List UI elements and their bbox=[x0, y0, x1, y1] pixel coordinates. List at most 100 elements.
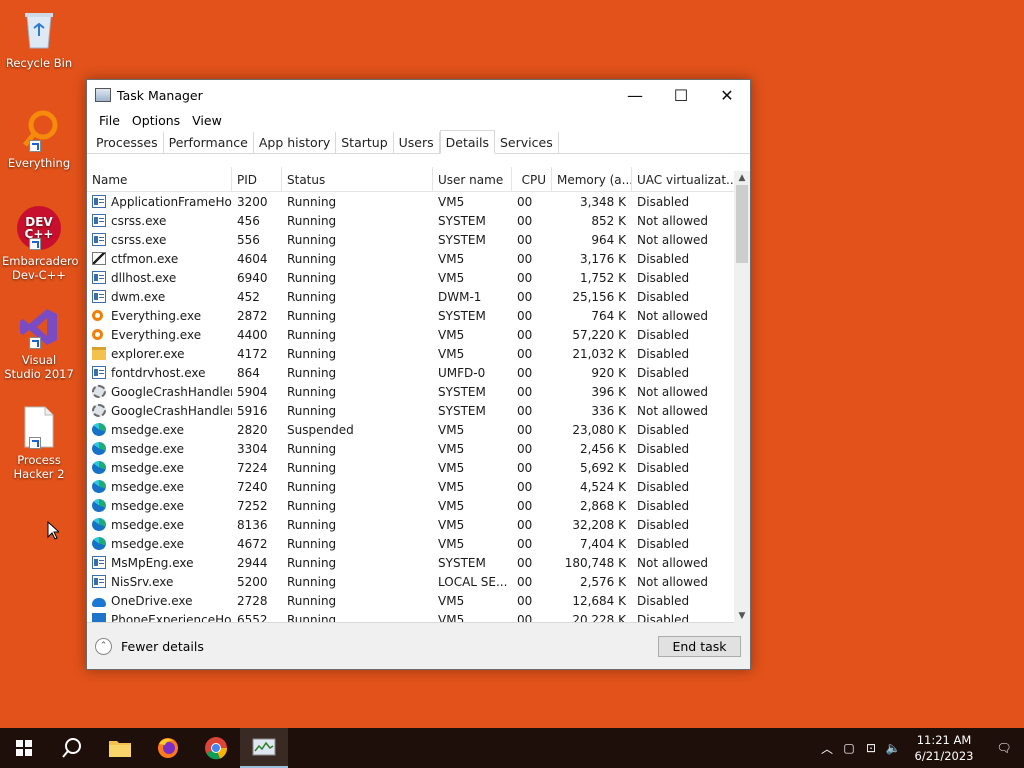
cell-cpu: 00 bbox=[517, 441, 533, 456]
desktop-icon-visual-studio[interactable]: Visual Studio 2017 bbox=[2, 305, 76, 381]
firefox-icon bbox=[158, 738, 178, 758]
table-row[interactable]: GoogleCrashHandler... 5916 Running SYSTEM 00… bbox=[87, 401, 734, 420]
table-row[interactable]: ApplicationFrameHo... 3200 Running VM5 00 3,3… bbox=[87, 192, 734, 211]
table-row[interactable]: msedge.exe 7252 Running VM5 00 2,868 K Disable… bbox=[87, 496, 734, 515]
cell-user: VM5 bbox=[438, 327, 465, 342]
cell-status: Running bbox=[287, 536, 337, 551]
tab-details[interactable]: Details bbox=[439, 130, 495, 154]
desktop-icon-label: Recycle Bin bbox=[5, 56, 73, 70]
cell-name: NisSrv.exe bbox=[87, 575, 232, 589]
tab-users[interactable]: Users bbox=[394, 132, 440, 153]
column-header-status[interactable]: Status bbox=[282, 167, 433, 192]
cell-cpu: 00 bbox=[517, 612, 533, 623]
network-icon[interactable]: ⊡ bbox=[860, 741, 882, 755]
cell-uac: Not allowed bbox=[637, 555, 709, 570]
column-header-cpu[interactable]: CPU bbox=[512, 167, 552, 192]
table-row[interactable]: msedge.exe 3304 Running VM5 00 2,456 K Disable… bbox=[87, 439, 734, 458]
phone-icon bbox=[92, 613, 106, 622]
desktop-icon-process-hacker[interactable]: Process Hacker 2 bbox=[2, 405, 76, 481]
fewer-details-button[interactable]: ⌃ Fewer details bbox=[95, 637, 204, 655]
cell-pid: 4172 bbox=[237, 346, 268, 361]
menu-view[interactable]: View bbox=[186, 113, 228, 128]
taskbar-task-manager[interactable] bbox=[240, 728, 288, 768]
start-button[interactable] bbox=[0, 728, 48, 768]
scroll-up-icon[interactable]: ▲ bbox=[734, 171, 750, 185]
cell-status: Running bbox=[287, 555, 337, 570]
table-row[interactable]: csrss.exe 456 Running SYSTEM 00 852 K Not allo… bbox=[87, 211, 734, 230]
column-header-uac[interactable]: UAC virtualizat... bbox=[632, 167, 734, 192]
tab-app-history[interactable]: App history bbox=[254, 132, 337, 153]
table-row[interactable]: msedge.exe 7224 Running VM5 00 5,692 K Disable… bbox=[87, 458, 734, 477]
table-row[interactable]: dwm.exe 452 Running DWM-1 00 25,156 K Disabled bbox=[87, 287, 734, 306]
menu-file[interactable]: File bbox=[93, 113, 126, 128]
desktop-icon-recycle-bin[interactable]: Recycle Bin bbox=[2, 8, 76, 70]
cell-name: explorer.exe bbox=[87, 347, 232, 361]
cell-memory: 21,032 K bbox=[572, 346, 626, 361]
pen-icon bbox=[92, 252, 106, 265]
cell-user: UMFD-0 bbox=[438, 365, 486, 380]
chevron-up-icon[interactable]: ︿ bbox=[816, 740, 838, 757]
tab-startup[interactable]: Startup bbox=[336, 132, 394, 153]
table-row[interactable]: NisSrv.exe 5200 Running LOCAL SE... 00 2,576 … bbox=[87, 572, 734, 591]
cell-pid: 2820 bbox=[237, 422, 268, 437]
tab-performance[interactable]: Performance bbox=[164, 132, 254, 153]
cell-uac: Disabled bbox=[637, 194, 690, 209]
cell-memory: 2,456 K bbox=[579, 441, 626, 456]
search-icon bbox=[92, 329, 103, 340]
process-name: OneDrive.exe bbox=[111, 593, 193, 608]
table-row[interactable]: msedge.exe 7240 Running VM5 00 4,524 K Disable… bbox=[87, 477, 734, 496]
tab-services[interactable]: Services bbox=[495, 132, 559, 153]
scroll-down-icon[interactable]: ▼ bbox=[734, 609, 750, 623]
cell-cpu: 00 bbox=[517, 574, 533, 589]
column-header-name[interactable]: Name ^ bbox=[87, 167, 232, 192]
taskbar-chrome[interactable] bbox=[192, 728, 240, 768]
table-row[interactable]: ctfmon.exe 4604 Running VM5 00 3,176 K Disable… bbox=[87, 249, 734, 268]
cell-memory: 964 K bbox=[591, 232, 626, 247]
clock[interactable]: 11:21 AM 6/21/2023 bbox=[904, 732, 984, 764]
table-row[interactable]: msedge.exe 2820 Suspended VM5 00 23,080 K Disa… bbox=[87, 420, 734, 439]
end-task-button[interactable]: End task bbox=[658, 636, 741, 657]
column-header-memory[interactable]: Memory (a... bbox=[552, 167, 632, 192]
table-row[interactable]: dllhost.exe 6940 Running VM5 00 1,752 K Disabl… bbox=[87, 268, 734, 287]
notifications-icon[interactable]: 🗨 bbox=[984, 741, 1024, 755]
search-button[interactable] bbox=[48, 728, 96, 768]
table-row[interactable]: PhoneExperienceHo... 6552 Running VM5 00 20,2… bbox=[87, 610, 734, 623]
windows-logo-icon bbox=[16, 740, 32, 756]
title-bar[interactable]: Task Manager — ☐ ✕ bbox=[87, 80, 750, 110]
cell-user: VM5 bbox=[438, 270, 465, 285]
column-header-pid[interactable]: PID bbox=[232, 167, 282, 192]
volume-muted-icon[interactable]: 🔈 bbox=[882, 741, 904, 755]
vertical-scrollbar[interactable]: ▲ ▼ bbox=[734, 171, 750, 623]
close-button[interactable]: ✕ bbox=[704, 80, 750, 110]
tablet-icon[interactable]: ▢ bbox=[838, 741, 860, 755]
cell-cpu: 00 bbox=[517, 460, 533, 475]
desktop-icon-everything[interactable]: Everything bbox=[2, 108, 76, 170]
table-row[interactable]: fontdrvhost.exe 864 Running UMFD-0 00 920 K Di… bbox=[87, 363, 734, 382]
scroll-thumb[interactable] bbox=[736, 185, 748, 263]
taskbar-file-explorer[interactable] bbox=[96, 728, 144, 768]
cell-uac: Disabled bbox=[637, 327, 690, 342]
table-row[interactable]: explorer.exe 4172 Running VM5 00 21,032 K Disa… bbox=[87, 344, 734, 363]
cell-pid: 2728 bbox=[237, 593, 268, 608]
taskbar-firefox[interactable] bbox=[144, 728, 192, 768]
cell-pid: 4604 bbox=[237, 251, 268, 266]
table-row[interactable]: Everything.exe 2872 Running SYSTEM 00 764 K No… bbox=[87, 306, 734, 325]
cell-pid: 7252 bbox=[237, 498, 268, 513]
tab-processes[interactable]: Processes bbox=[91, 132, 164, 153]
maximize-button[interactable]: ☐ bbox=[658, 80, 704, 110]
table-row[interactable]: GoogleCrashHandler... 5904 Running SYSTEM 00… bbox=[87, 382, 734, 401]
table-row[interactable]: msedge.exe 4672 Running VM5 00 7,404 K Disable… bbox=[87, 534, 734, 553]
table-row[interactable]: OneDrive.exe 2728 Running VM5 00 12,684 K Disa… bbox=[87, 591, 734, 610]
table-row[interactable]: msedge.exe 8136 Running VM5 00 32,208 K Disabl… bbox=[87, 515, 734, 534]
table-row[interactable]: MsMpEng.exe 2944 Running SYSTEM 00 180,748 K N… bbox=[87, 553, 734, 572]
cell-memory: 25,156 K bbox=[572, 289, 626, 304]
desktop-icon-devcpp[interactable]: DEV C++ Embarcadero Dev-C++ bbox=[2, 206, 79, 282]
cell-user: VM5 bbox=[438, 498, 465, 513]
cell-cpu: 00 bbox=[517, 422, 533, 437]
table-row[interactable]: csrss.exe 556 Running SYSTEM 00 964 K Not allo… bbox=[87, 230, 734, 249]
table-row[interactable]: Everything.exe 4400 Running VM5 00 57,220 K Di… bbox=[87, 325, 734, 344]
menu-options[interactable]: Options bbox=[126, 113, 186, 128]
cell-memory: 2,576 K bbox=[579, 574, 626, 589]
minimize-button[interactable]: — bbox=[612, 80, 658, 110]
column-header-user[interactable]: User name bbox=[433, 167, 512, 192]
